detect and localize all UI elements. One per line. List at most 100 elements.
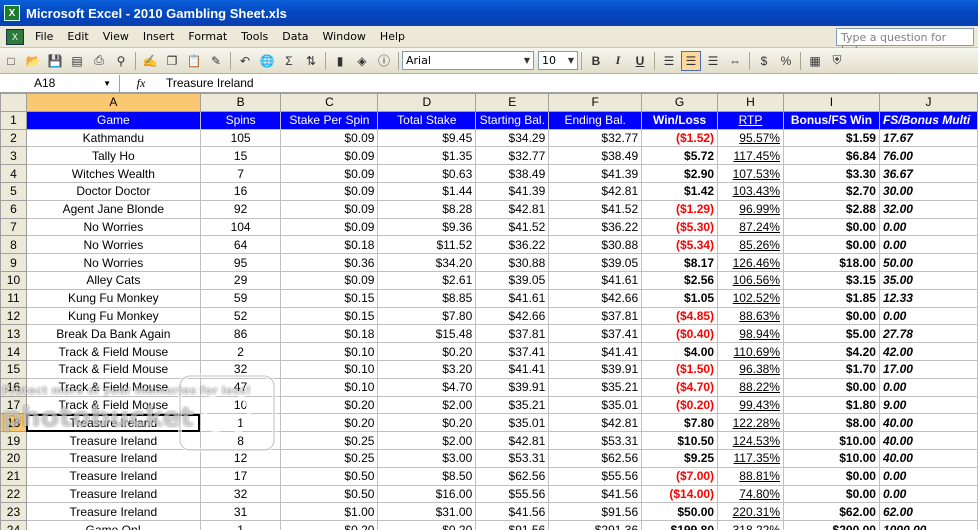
row-header[interactable]: 4 <box>0 164 27 183</box>
cell[interactable]: ($1.52) <box>641 128 719 148</box>
cell[interactable]: Break Da Bank Again <box>25 324 201 344</box>
name-box[interactable]: A18 ▼ <box>0 74 120 92</box>
cell[interactable]: $0.20 <box>377 413 477 433</box>
cell[interactable]: ($0.20) <box>641 395 719 415</box>
cell[interactable]: 98.94% <box>717 324 784 344</box>
sort-ascending-icon[interactable]: ⇅ <box>301 51 321 71</box>
drawing-icon[interactable]: ◈ <box>352 51 372 71</box>
cell[interactable]: 12.33 <box>878 288 978 308</box>
cell[interactable]: $18.00 <box>782 253 880 272</box>
cell[interactable]: $42.66 <box>475 306 550 326</box>
cell[interactable]: $1.05 <box>641 288 719 308</box>
cell[interactable]: 104 <box>199 217 282 237</box>
cell[interactable]: $30.88 <box>475 253 550 272</box>
cell[interactable]: Witches Wealth <box>25 164 201 183</box>
cell[interactable]: Alley Cats <box>25 270 201 290</box>
cell[interactable]: Agent Jane Blonde <box>25 199 201 219</box>
select-all-corner[interactable] <box>0 93 27 112</box>
row-header[interactable]: 9 <box>0 253 27 272</box>
open-icon[interactable]: 📂 <box>23 51 43 71</box>
cell[interactable]: $0.10 <box>280 342 379 361</box>
cell[interactable]: Track & Field Mouse <box>25 395 201 415</box>
menu-help[interactable]: Help <box>373 30 412 43</box>
cell[interactable]: $1.80 <box>782 395 880 415</box>
cell[interactable]: $5.72 <box>641 146 719 166</box>
workbook-icon[interactable]: X <box>6 28 24 45</box>
cell[interactable]: $0.25 <box>280 431 379 450</box>
cell[interactable]: $2.88 <box>782 199 880 219</box>
row-header[interactable]: 3 <box>0 146 27 166</box>
cell[interactable]: $0.15 <box>280 306 379 326</box>
cell[interactable]: $0.00 <box>782 484 880 504</box>
column-header-g[interactable]: G <box>641 93 719 112</box>
cell[interactable]: $291.36 <box>548 520 643 530</box>
cell[interactable]: $0.00 <box>782 377 880 397</box>
help-icon[interactable]: ⓘ <box>374 51 394 71</box>
column-header-j[interactable]: J <box>878 93 978 112</box>
cell[interactable]: 96.38% <box>717 359 784 379</box>
cell[interactable]: $36.22 <box>475 235 550 255</box>
cell[interactable]: 17 <box>199 466 282 486</box>
copy-icon[interactable]: ❐ <box>162 51 182 71</box>
cell[interactable]: Doctor Doctor <box>25 181 201 201</box>
cell[interactable]: $2.00 <box>377 431 477 450</box>
cell[interactable]: $2.61 <box>377 270 477 290</box>
cell[interactable]: 1 <box>199 413 282 433</box>
cell[interactable]: ($7.00) <box>641 466 719 486</box>
cell[interactable]: 59 <box>199 288 282 308</box>
chart-wizard-icon[interactable]: ▮ <box>330 51 350 71</box>
cell[interactable]: $31.00 <box>377 502 477 522</box>
align-left-icon[interactable]: ☰ <box>659 51 679 71</box>
cell[interactable]: Treasure Ireland <box>25 413 201 433</box>
cell[interactable]: $32.77 <box>548 128 643 148</box>
help-search-input[interactable]: Type a question for help <box>836 28 974 57</box>
row-header[interactable]: 23 <box>0 502 27 522</box>
merge-center-icon[interactable]: ⇔ <box>725 51 745 71</box>
cell[interactable]: $0.09 <box>280 181 379 201</box>
cell[interactable]: $16.00 <box>377 484 477 504</box>
cell[interactable]: 0.00 <box>878 235 978 255</box>
row-header[interactable]: 5 <box>0 181 27 201</box>
currency-button[interactable]: $ <box>754 51 774 71</box>
cell[interactable]: $35.21 <box>548 377 643 397</box>
bold-button[interactable]: B <box>586 51 606 71</box>
cell[interactable]: $0.18 <box>280 235 379 255</box>
insert-function-icon[interactable]: fx <box>120 76 162 91</box>
cell[interactable]: $41.39 <box>548 164 643 183</box>
cell[interactable]: $53.31 <box>548 431 643 450</box>
new-icon[interactable]: □ <box>1 51 21 71</box>
cell[interactable]: $41.41 <box>475 359 550 379</box>
cell[interactable]: $42.81 <box>475 431 550 450</box>
cell[interactable]: $41.41 <box>548 342 643 361</box>
cell[interactable]: $42.81 <box>548 413 643 433</box>
cell[interactable]: $2.56 <box>641 270 719 290</box>
cell[interactable]: 86 <box>199 324 282 344</box>
column-header-d[interactable]: D <box>377 93 477 112</box>
cell[interactable]: $37.41 <box>475 342 550 361</box>
row-header[interactable]: 17 <box>0 395 27 415</box>
cell[interactable]: $0.10 <box>280 377 379 397</box>
cell[interactable]: $50.00 <box>641 502 719 522</box>
cell[interactable]: ($1.50) <box>641 359 719 379</box>
cell[interactable]: $62.56 <box>475 466 550 486</box>
cell[interactable]: $55.56 <box>475 484 550 504</box>
cell[interactable]: $39.91 <box>475 377 550 397</box>
cell[interactable]: $3.30 <box>782 164 880 183</box>
cell[interactable]: Kathmandu <box>25 128 201 148</box>
cell[interactable]: Treasure Ireland <box>25 466 201 486</box>
cell[interactable]: $8.50 <box>377 466 477 486</box>
borders-icon[interactable]: ▦ <box>805 51 825 71</box>
cell[interactable]: $91.56 <box>475 520 550 530</box>
cell[interactable]: 52 <box>199 306 282 326</box>
cell[interactable]: Treasure Ireland <box>25 431 201 450</box>
menu-insert[interactable]: Insert <box>136 30 182 43</box>
menu-window[interactable]: Window <box>316 30 373 43</box>
research-icon[interactable]: ✍ <box>140 51 160 71</box>
cell[interactable]: 17.00 <box>878 359 978 379</box>
cell[interactable]: 2 <box>199 342 282 361</box>
cell[interactable]: 10 <box>199 395 282 415</box>
cell[interactable]: $41.61 <box>475 288 550 308</box>
cell[interactable]: $35.21 <box>475 395 550 415</box>
cell[interactable]: $1.35 <box>377 146 477 166</box>
cell[interactable]: 95 <box>199 253 282 272</box>
